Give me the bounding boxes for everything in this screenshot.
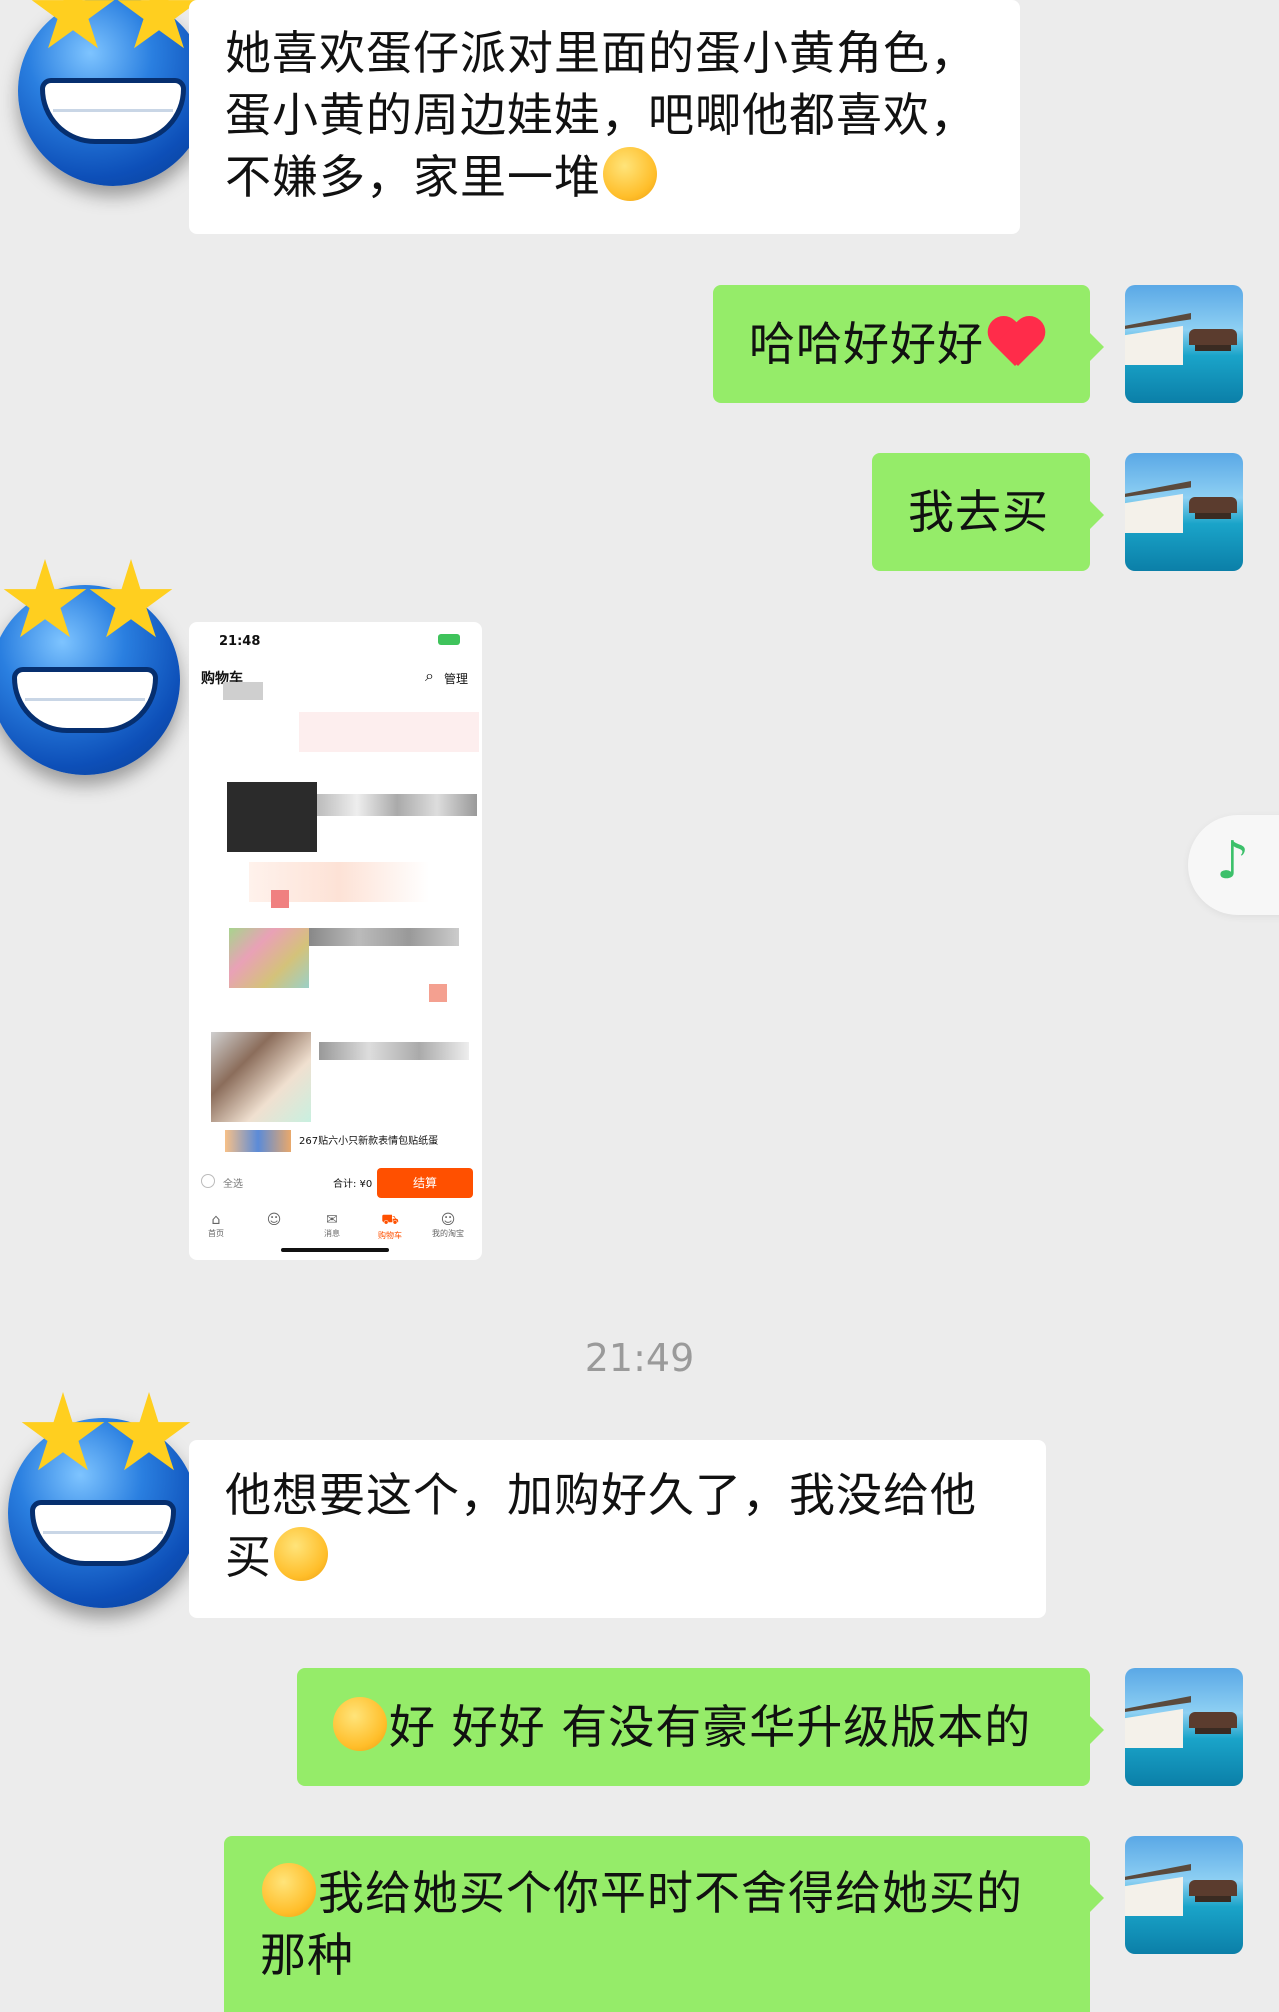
music-note-icon: ♪ [1216,831,1250,891]
grin-icon [40,78,186,144]
star-icon [3,559,87,638]
status-time: 21:48 [219,634,261,649]
checkout-button: 结算 [377,1168,473,1198]
message-text: 我去买 [908,485,1049,539]
pixelated-region [319,1042,469,1060]
message-text: 蛋小黄的周边娃娃，吧唧他都喜欢， [225,88,977,142]
manage-label: 管理 [443,672,468,686]
product-thumbnail [229,928,309,988]
contact-avatar[interactable] [18,0,208,186]
star-icon [31,0,115,49]
my-avatar[interactable] [1125,1836,1243,1954]
tab-my-taobao: ☺ 我的淘宝 [423,1212,473,1239]
star-icon [107,1392,191,1471]
crying-laughing-emoji-icon [603,147,657,201]
grin-icon [12,667,158,733]
star-icon [21,1392,105,1471]
tab-bar: ⌂ 首页 ☺ ✉ 消息 ⛟ 购物车 ☺ 我的淘宝 [189,1212,482,1252]
pixelated-region [223,682,263,700]
message-bubble[interactable]: 他想要这个，加购好久了，我没给他 买 [189,1440,1046,1618]
pixelated-region [271,890,289,908]
villa-icon [1189,1880,1237,1902]
search-icon: ⌕ [425,666,434,685]
mascot-icon: ☺ [266,1212,282,1228]
heart-emoji-icon [986,316,1046,368]
message-text: 不嫌多，家里一堆 [225,150,601,204]
smiley-icon: ☺ [440,1212,456,1228]
pixelated-region [299,712,479,752]
my-avatar[interactable] [1125,285,1243,403]
home-icon: ⌂ [211,1212,221,1228]
message-text: 他想要这个，加购好久了，我没给他 [225,1468,977,1522]
villa-icon [1189,329,1237,351]
product-thumbnail [211,1032,311,1122]
message-bubble[interactable]: 好 好好 有没有豪华升级版本的 [297,1668,1104,1786]
message-text: 好 好好 有没有豪华升级版本的 [389,1700,1032,1754]
contact-avatar[interactable] [8,1392,198,1608]
product-title: 267贴六小只新款表情包贴纸蛋 [299,1136,439,1147]
total-label: 合计: ¥0 [333,1179,373,1190]
message-bubble[interactable]: 哈哈好好好 [713,285,1104,403]
star-icon [89,559,173,638]
grinning-emoji-icon [333,1697,387,1751]
tab-home: ⌂ 首页 [191,1212,241,1239]
message-text: 买 [225,1530,272,1584]
contact-avatar[interactable] [0,559,180,775]
message-bubble[interactable]: 我去买 [872,453,1104,571]
floating-music-button[interactable]: ♪ [1188,815,1279,915]
select-all-radio [201,1174,215,1188]
product-thumbnail [227,782,317,852]
pixelated-region [309,928,459,946]
product-thumbnail [225,1130,291,1152]
home-indicator [281,1248,389,1252]
tab-mascot: ☺ [249,1212,299,1228]
message-bubble[interactable]: 我给她买个你平时不舍得给她买的 那种 [224,1836,1104,2012]
crying-laughing-emoji-icon [274,1527,328,1581]
tab-cart: ⛟ 购物车 [365,1212,415,1241]
pixelated-region [429,984,447,1002]
villa-icon [1189,1712,1237,1734]
my-avatar[interactable] [1125,1668,1243,1786]
pixelated-region [317,794,477,816]
villa-icon [1189,497,1237,519]
cart-icon: ⛟ [381,1212,399,1228]
message-text: 哈哈好好好 [749,317,984,371]
message-bubble[interactable]: 她喜欢蛋仔派对里面的蛋小黄角色， 蛋小黄的周边娃娃，吧唧他都喜欢， 不嫌多，家里… [189,0,1020,234]
my-avatar[interactable] [1125,453,1243,571]
grin-icon [30,1500,176,1566]
select-all-label: 全选 [223,1179,243,1190]
image-message-screenshot[interactable]: 21:48 购物车 ⌕ 管理 267贴六小只新款表情包贴纸蛋 全选 合计: ¥0… [189,622,482,1260]
battery-icon [438,634,460,645]
message-text: 我给她买个你平时不舍得给她买的 [318,1866,1023,1920]
tab-messages: ✉ 消息 [307,1212,357,1239]
chat-timestamp: 21:49 [584,1336,695,1380]
message-text: 她喜欢蛋仔派对里面的蛋小黄角色， [225,26,977,80]
hand-over-mouth-emoji-icon [262,1863,316,1917]
message-text: 那种 [260,1928,354,1982]
message-icon: ✉ [326,1212,338,1228]
